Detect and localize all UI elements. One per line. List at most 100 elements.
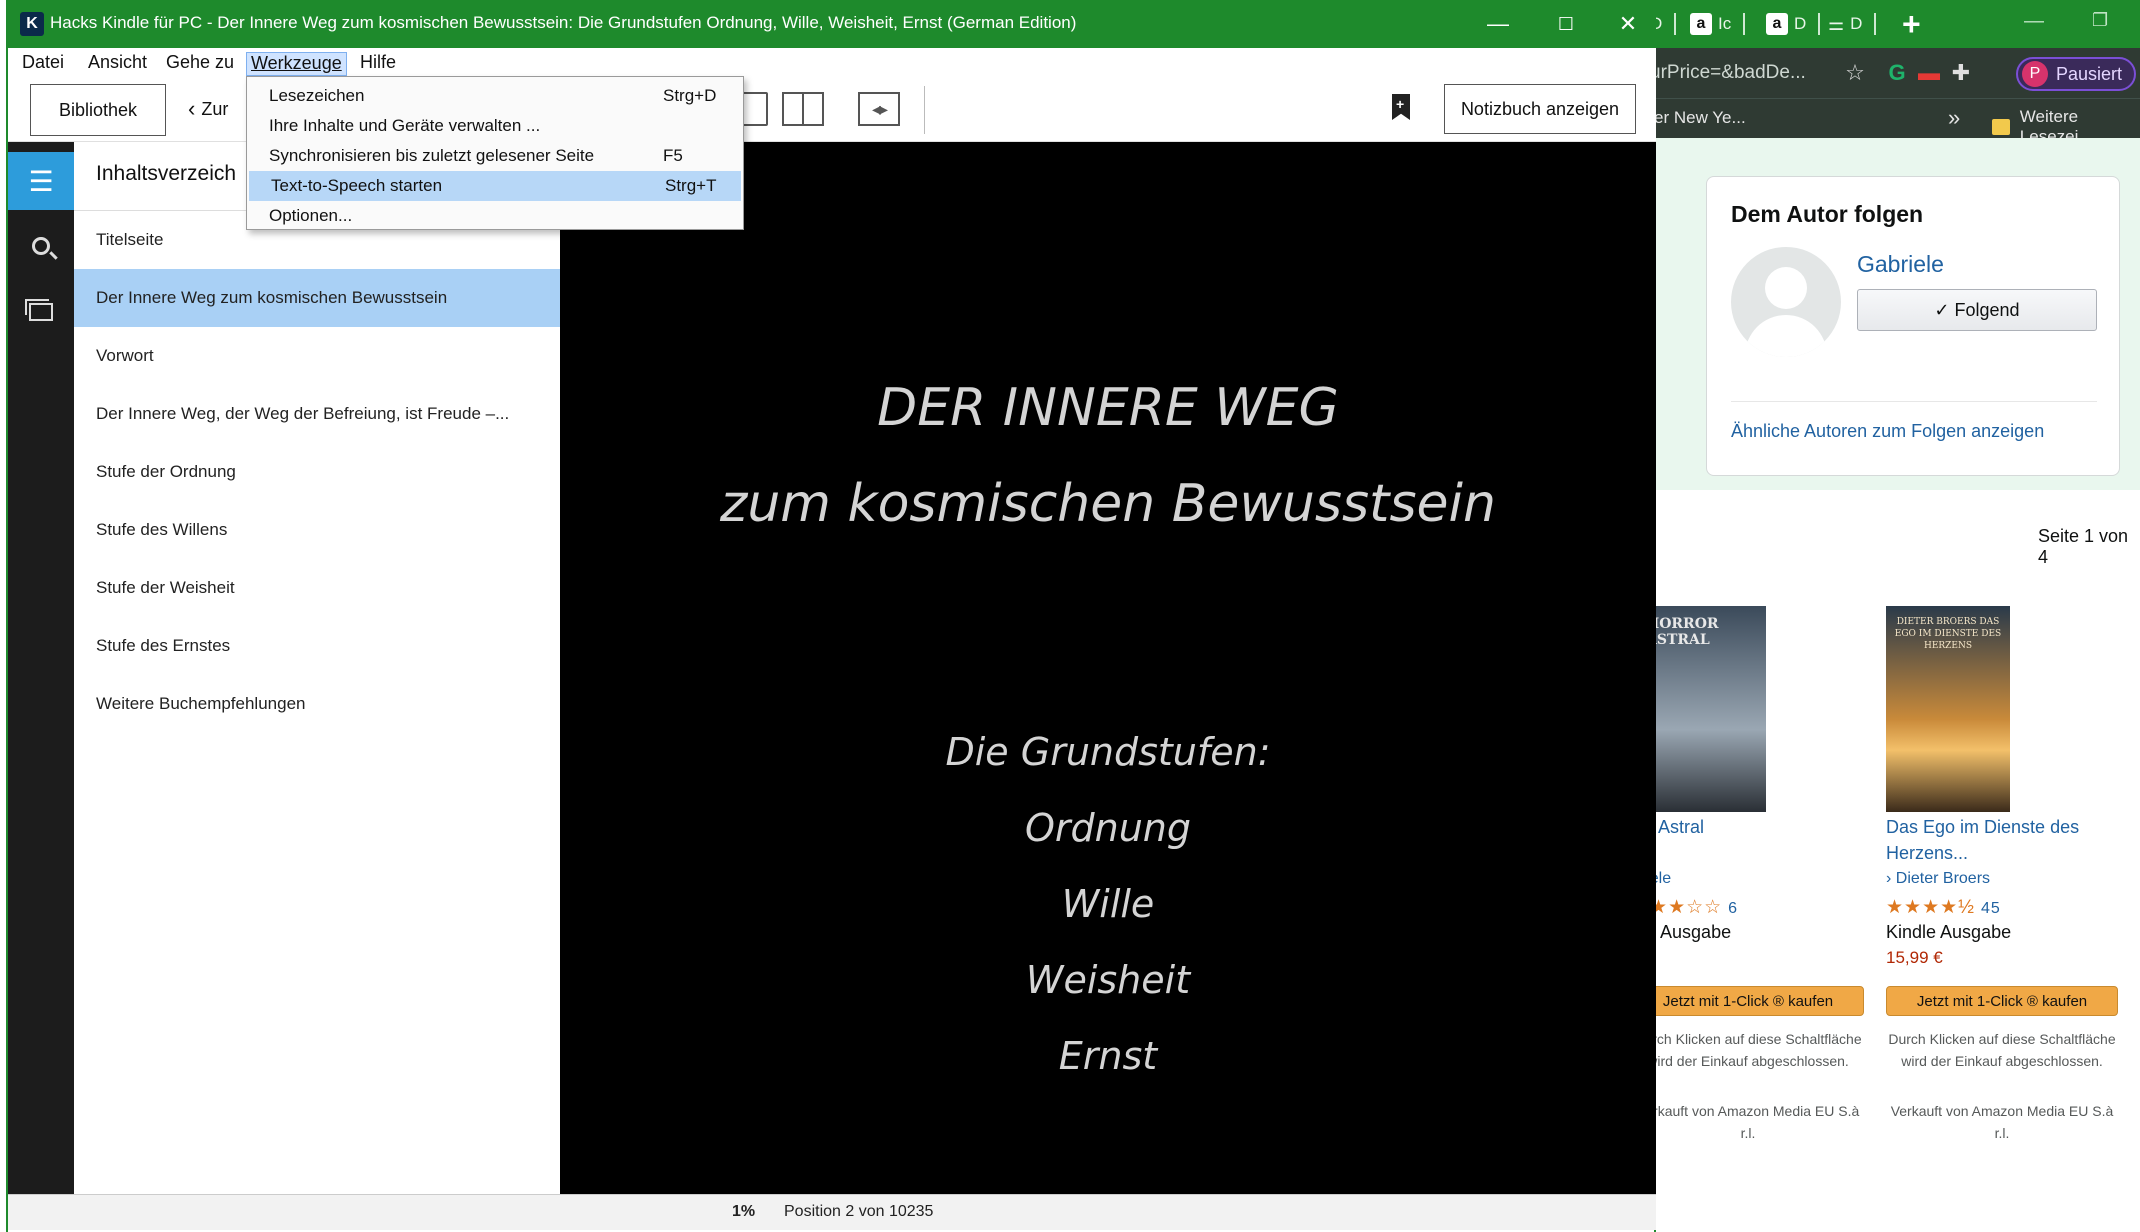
book-author-link[interactable]: › Dieter Broers [1886,870,1990,888]
reading-progress-percent: 1% [732,1203,756,1220]
menu-item-manage-content[interactable]: Ihre Inhalte und Geräte verwalten ... [247,111,743,141]
star-icon[interactable]: ☆ [1842,60,1868,86]
reader-sidebar-rail: ☰ [8,142,74,1194]
toc-item[interactable]: Stufe des Ernstes [74,617,560,675]
book-title-link[interactable]: Das Ego im Dienste des Herzens... [1886,814,2106,866]
browser-tab[interactable]: a Ic [1690,10,1746,38]
toc-item[interactable]: Weitere Buchempfehlungen [74,675,560,733]
sold-by-note: Verkauft von Amazon Media EU S.à r.l. [1890,1103,2114,1141]
address-bar[interactable]: urPrice=&badDe... [1650,62,1806,84]
extension-badge-icon[interactable]: ▬ [1916,60,1942,86]
minimize-button[interactable]: — [1478,8,1518,40]
toc-item[interactable]: Stufe des Willens [74,501,560,559]
status-bar: 1% Position 2 von 10235 [8,1194,1656,1230]
window-title: Hacks Kindle für PC - Der Innere Weg zum… [50,13,1077,32]
puzzle-extensions-icon[interactable]: ✚ [1948,60,1974,86]
toc-item[interactable]: Stufe der Ordnung [74,443,560,501]
kindle-logo-icon: K [20,12,44,36]
book-stage-line: Ordnung [1024,806,1192,850]
buy-one-click-button[interactable]: Jetzt mit 1-Click ® kaufen [1886,986,2118,1016]
menu-item-sync[interactable]: Synchronisieren bis zuletzt gelesener Se… [247,141,743,171]
book-title-line: DER INNERE WEG [877,378,1339,438]
book-cover[interactable]: HORROR ASTRAL [1642,606,1766,812]
menu-item-shortcut: Strg+D [663,86,717,105]
menu-gehe-zu[interactable]: Gehe zu [162,52,238,76]
menu-ansicht[interactable]: Ansicht [84,52,151,76]
toc-item[interactable]: Vorwort [74,327,560,385]
menu-hilfe[interactable]: Hilfe [356,52,400,76]
menu-item-label: Text-to-Speech starten [271,176,443,195]
amazon-icon: a [1690,13,1712,35]
library-button[interactable]: Bibliothek [30,84,166,136]
tab-label: D [1794,14,1807,33]
menu-bar: Datei Ansicht Gehe zu Werkzeuge Hilfe [8,48,1656,78]
book-cover[interactable]: DIETER BROERS DAS EGO IM DIENSTE DES HER… [1886,606,2010,812]
search-icon[interactable] [8,226,74,266]
back-button[interactable]: ‹ Zur [188,96,228,122]
purchase-note: Durch Klicken auf diese Schaltfläche wir… [1888,1031,2116,1069]
browser-tab-strip: D a Ic aD ⚌ D + — ❐ [1646,0,2140,48]
menu-item-text-to-speech[interactable]: Text-to-Speech starten Strg+T [249,171,741,201]
browser-restore-button[interactable]: ❐ [2092,10,2108,31]
author-name-link[interactable]: Gabriele [1857,251,1944,278]
book-title-link[interactable]: ror Astral [1632,814,1852,840]
similar-authors-link[interactable]: Ähnliche Autoren zum Folgen anzeigen [1731,421,2044,442]
toolbar-divider [924,86,925,134]
bookmarks-bar: er New Ye... » Weitere Lesezei [1646,98,2140,146]
reading-pane[interactable]: DER INNERE WEG zum kosmischen Bewusstsei… [560,142,1656,1194]
divider [1731,401,2097,402]
close-button[interactable]: ✕ [1608,8,1648,40]
stars-icon: ★★★★½ [1886,897,1975,918]
menu-datei[interactable]: Datei [18,52,68,76]
toc-item[interactable]: Stufe der Weisheit [74,559,560,617]
follow-author-card: Dem Autor folgen Gabriele ✓ Folgend Ähnl… [1706,176,2120,476]
following-button[interactable]: ✓ Folgend [1857,289,2097,331]
rating-count: 45 [1980,900,2001,917]
menu-item-shortcut: Strg+T [665,176,717,195]
maximize-button[interactable]: ☐ [1546,8,1586,40]
cover-text: HORROR ASTRAL [1646,616,1719,648]
flashcards-icon[interactable] [8,292,74,332]
toc-item[interactable]: Der Innere Weg, der Weg der Befreiung, i… [74,385,560,443]
menu-werkzeuge[interactable]: Werkzeuge [246,52,347,76]
folder-icon [1992,119,2010,135]
table-of-contents-icon[interactable]: ☰ [8,152,74,210]
back-label: Zur [201,98,229,119]
book-price: 15,99 € [1886,948,1943,967]
buy-one-click-button[interactable]: Jetzt mit 1-Click ® kaufen [1632,986,1864,1016]
cover-text: DIETER BROERS DAS EGO IM DIENSTE DES HER… [1894,617,2002,651]
browser-minimize-button[interactable]: — [2024,10,2044,33]
amazon-icon: a [1766,13,1788,35]
menu-item-label: Optionen... [269,206,353,225]
menu-item-label: Lesezeichen [269,86,365,105]
grammarly-icon[interactable]: G [1884,60,1910,86]
werkzeuge-dropdown-menu: Lesezeichen Strg+D Ihre Inhalte und Gerät… [246,76,744,230]
book-stage-line: Weisheit [1025,958,1191,1002]
book-stage-line: Ernst [1058,1034,1158,1078]
toc-item-selected[interactable]: Der Innere Weg zum kosmischen Bewusstsei… [74,269,560,327]
add-bookmark-icon[interactable]: + [1392,94,1410,120]
menu-item-options[interactable]: Optionen... [247,201,743,231]
sold-by-note: Verkauft von Amazon Media EU S.à r.l. [1636,1103,1860,1141]
new-tab-button[interactable]: + [1902,6,1921,43]
browser-window: D a Ic aD ⚌ D + — ❐ urPrice=&badDe... ☆ G … [1632,0,2140,1232]
fit-page-icon[interactable]: ◂▸ [858,92,900,126]
menu-item-bookmarks[interactable]: Lesezeichen Strg+D [247,81,743,111]
menu-item-label: Synchronisieren bis zuletzt gelesener Se… [269,146,595,165]
show-notebook-button[interactable]: Notizbuch anzeigen [1444,84,1636,134]
two-page-view-icon[interactable] [782,92,824,126]
author-avatar[interactable] [1731,247,1841,357]
chevron-left-icon: ‹ [188,96,196,121]
bookmark-item[interactable]: er New Ye... [1654,108,1746,128]
browser-tab[interactable]: ⚌ D [1828,10,1877,38]
follow-title: Dem Autor folgen [1731,201,1924,227]
tab-label: D [1850,14,1863,33]
browser-tab[interactable]: aD [1766,10,1821,38]
book-format: Kindle Ausgabe [1886,922,2012,942]
book-stage-line: Wille [1061,882,1155,926]
bookmarks-overflow-button[interactable]: » [1948,105,1960,131]
profile-button[interactable]: P Pausiert [2016,57,2136,91]
menu-item-shortcut: F5 [663,146,683,165]
settings-sliders-icon: ⚌ [1828,13,1845,34]
star-rating[interactable]: ★★★★½ 45 [1886,896,2001,919]
